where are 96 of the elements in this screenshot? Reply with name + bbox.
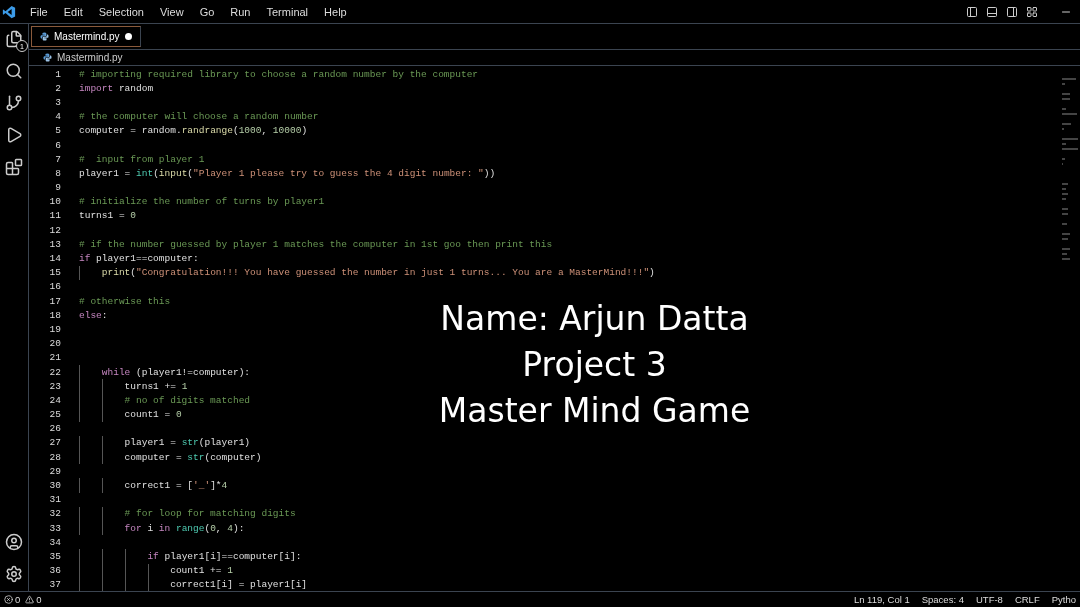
code-line: while (player1!=computer): [100,366,251,378]
panel-left-icon[interactable] [966,5,978,18]
line-number: 15 [48,267,61,279]
line-number: 8 [54,167,61,179]
line-number: 1 [54,68,61,80]
menu-item[interactable]: View [151,5,192,18]
line-number: 32 [48,508,61,520]
line-number: 29 [48,465,61,477]
line-number: 7 [54,153,61,165]
menu-item[interactable]: Terminal [258,5,317,18]
layout-icon[interactable] [1026,5,1038,18]
line-number: 19 [48,323,61,335]
line-number: 30 [48,480,61,492]
settings-icon[interactable] [5,565,23,583]
code-line: # otherwise this [79,295,171,307]
code-line: else: [79,309,108,321]
code-line: import random [79,82,154,94]
line-number: 14 [48,253,61,265]
code-line: correct1 = ['_']*4 [123,480,228,492]
code-line: # initialize the number of turns by player1 [79,196,325,208]
breadcrumb-item[interactable]: Mastermind.py [57,52,123,63]
code-line: for i in range(0, 4): [123,522,245,534]
line-number: 25 [48,409,61,421]
code-line: player1 = str(player1) [123,437,251,449]
line-number: 20 [48,338,61,350]
line-number: 13 [48,238,61,250]
search-icon[interactable] [5,62,23,80]
line-number: 12 [48,224,61,236]
panel-bottom-icon[interactable] [986,5,998,18]
caption-text: Master Mind Game [438,391,751,431]
python-file-icon [43,53,52,62]
code-line: player1 = int(input("Player 1 please try to guess the 4 digit number: ")) [79,167,496,179]
status-item[interactable]: Pytho [1051,594,1076,605]
line-number: 24 [48,394,61,406]
line-number: 27 [48,437,61,449]
line-number: 9 [54,182,61,194]
code-line: count1 = 0 [123,409,182,421]
unsaved-dot-icon [124,33,132,40]
editor-tab[interactable]: Mastermind.py [31,26,141,47]
extensions-icon[interactable] [5,158,23,176]
line-number: 2 [54,82,61,94]
line-number: 4 [54,111,61,123]
code-line: # for loop for matching digits [123,508,296,520]
python-file-icon [40,32,49,41]
line-number: 28 [48,451,61,463]
menu-item[interactable]: Selection [90,5,152,18]
line-number: 26 [48,423,61,435]
code-line: if player1==computer: [79,253,199,265]
menu-item[interactable]: Edit [55,5,91,18]
panel-right-icon[interactable] [1006,5,1018,18]
line-number: 33 [48,522,61,534]
caption-text: Name: Arjun Datta [440,299,749,339]
line-number: 34 [48,536,61,548]
line-number: 5 [54,125,61,137]
menu-item[interactable]: Run [222,5,259,18]
code-line: # if the number guessed by player 1 matches the computer in 1st goo then print this [79,238,553,250]
status-item[interactable]: Spaces: 4 [921,594,964,605]
code-line: # input from player 1 [79,153,205,165]
line-number: 37 [48,579,61,591]
run-debug-icon[interactable] [5,126,23,144]
explorer-icon[interactable] [5,30,23,48]
status-item[interactable]: Ln 119, Col 1 [853,594,910,605]
code-line: turns1 = 0 [79,210,136,222]
code-line: print("Congratulation!!! You have guessed the number in just 1 turns... You are a MasterMind!!!") [100,267,655,279]
line-number: 31 [48,494,61,506]
line-number: 3 [54,96,61,108]
code-line: computer = random.randrange(1000, 10000) [79,125,308,137]
code-line: turns1 += 1 [123,380,188,392]
code-line: computer = str(computer) [123,451,262,463]
line-number: 23 [48,380,61,392]
code-line: correct1[i] = player1[i] [169,579,308,591]
line-number: 17 [48,295,61,307]
code-line: # importing required library to choose a random number by the computer [79,68,479,80]
problems-indicator[interactable]: 0 0 [4,594,42,605]
line-number: 35 [48,550,61,562]
account-icon[interactable] [5,533,23,551]
code-line: # the computer will choose a random number [79,111,319,123]
code-line: # no of digits matched [123,394,251,406]
menu-item[interactable]: File [22,5,56,18]
line-number: 36 [48,565,61,577]
menu-item[interactable]: Go [191,5,223,18]
code-line: if player1[i]==computer[i]: [146,550,302,562]
line-number: 18 [48,309,61,321]
source-control-icon[interactable] [5,94,23,112]
status-item[interactable]: UTF-8 [975,594,1003,605]
line-number: 11 [48,210,61,222]
line-number: 16 [48,281,61,293]
caption-text: Project 3 [522,345,667,385]
line-number: 10 [48,196,61,208]
line-number: 21 [48,352,61,364]
code-line: count1 += 1 [169,565,233,577]
menu-item[interactable]: Help [316,5,355,18]
app-logo-icon [2,4,16,19]
line-number: 22 [48,366,61,378]
line-number: 6 [54,139,61,151]
status-item[interactable]: CRLF [1014,594,1040,605]
